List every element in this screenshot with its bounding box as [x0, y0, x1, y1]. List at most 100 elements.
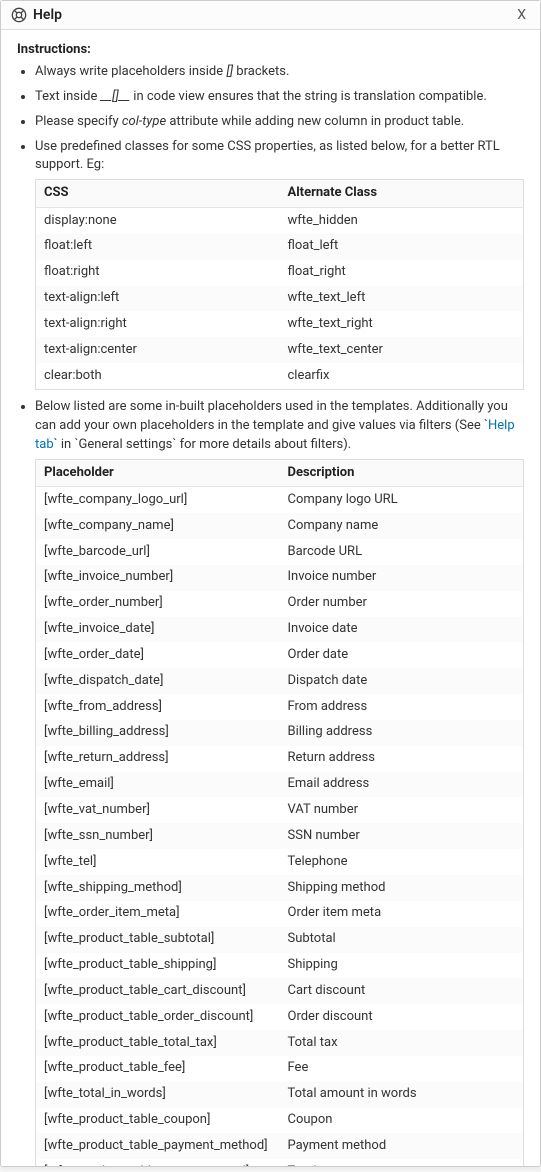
intro-text: Below listed are some in-built placehold…	[35, 399, 508, 433]
table-row: float:rightfloat_right	[36, 260, 524, 286]
title-wrap: Help	[11, 7, 62, 23]
table-cell: Order discount	[280, 1004, 524, 1030]
table-cell: Order date	[280, 642, 524, 668]
table-cell: [wfte_ssn_number]	[36, 823, 280, 849]
close-button[interactable]: X	[513, 7, 530, 23]
table-row: [wfte_shipping_method]Shipping method	[36, 875, 524, 901]
table-row: [wfte_product_table_fee]Fee	[36, 1056, 524, 1082]
table-cell: [wfte_order_date]	[36, 642, 280, 668]
instruction-item: Text inside __[]__ in code view ensures …	[35, 88, 524, 107]
help-modal: Help X Instructions: Always write placeh…	[0, 0, 541, 1167]
table-cell: display:none	[36, 208, 280, 234]
table-cell: float_right	[280, 260, 524, 286]
instruction-text: Always write placeholders inside	[35, 64, 226, 79]
table-cell: [wfte_email]	[36, 772, 280, 798]
table-header-row: CSS Alternate Class	[36, 180, 524, 208]
table-row: [wfte_company_logo_url]Company logo URL	[36, 487, 524, 513]
table-cell: Billing address	[280, 720, 524, 746]
table-cell: [wfte_dispatch_date]	[36, 668, 280, 694]
table-cell: Coupon	[280, 1108, 524, 1134]
table-cell: Total amount in words	[280, 1082, 524, 1108]
instructions-list: Always write placeholders inside [] brac…	[17, 63, 524, 390]
table-cell: Fee	[280, 1056, 524, 1082]
table-cell: [wfte_order_number]	[36, 591, 280, 617]
table-cell: [wfte_product_table_payment_total]	[36, 1159, 280, 1166]
table-row: [wfte_total_in_words]Total amount in wor…	[36, 1082, 524, 1108]
table-cell: Subtotal	[280, 927, 524, 953]
table-header-cell: CSS	[36, 180, 280, 208]
table-row: [wfte_return_address]Return address	[36, 746, 524, 772]
table-cell: [wfte_billing_address]	[36, 720, 280, 746]
table-row: [wfte_ssn_number]SSN number	[36, 823, 524, 849]
table-row: [wfte_order_date]Order date	[36, 642, 524, 668]
table-cell: Invoice number	[280, 565, 524, 591]
table-cell: [wfte_product_table_cart_discount]	[36, 978, 280, 1004]
table-cell: clear:both	[36, 363, 280, 389]
table-cell: VAT number	[280, 797, 524, 823]
instruction-text: Text inside	[35, 89, 101, 104]
table-cell: [wfte_product_table_order_discount]	[36, 1004, 280, 1030]
table-cell: Order item meta	[280, 901, 524, 927]
table-row: [wfte_order_number]Order number	[36, 591, 524, 617]
table-cell: wfte_text_left	[280, 286, 524, 312]
instruction-text: Use predefined classes for some CSS prop…	[35, 139, 500, 173]
table-row: [wfte_order_item_meta]Order item meta	[36, 901, 524, 927]
table-row: text-align:rightwfte_text_right	[36, 311, 524, 337]
table-row: [wfte_tel]Telephone	[36, 849, 524, 875]
instruction-item: Please specify col-type attribute while …	[35, 113, 524, 132]
table-cell: [wfte_product_table_payment_method]	[36, 1133, 280, 1159]
instruction-item: Always write placeholders inside [] brac…	[35, 63, 524, 82]
table-cell: [wfte_return_address]	[36, 746, 280, 772]
table-cell: text-align:right	[36, 311, 280, 337]
instruction-text: in code view ensures that the string is …	[130, 89, 487, 104]
table-row: [wfte_company_name]Company name	[36, 513, 524, 539]
table-row: [wfte_product_table_coupon]Coupon	[36, 1108, 524, 1134]
table-cell: float:right	[36, 260, 280, 286]
placeholders-section: Below listed are some in-built placehold…	[17, 398, 524, 1166]
table-cell: wfte_text_center	[280, 337, 524, 363]
table-header-cell: Placeholder	[36, 459, 280, 487]
table-row: [wfte_product_table_subtotal]Subtotal	[36, 927, 524, 953]
table-cell: Invoice date	[280, 617, 524, 643]
instruction-text: brackets.	[233, 64, 289, 79]
table-row: text-align:leftwfte_text_left	[36, 286, 524, 312]
instruction-text: Please specify	[35, 114, 122, 129]
table-cell: float:left	[36, 234, 280, 260]
table-header-cell: Alternate Class	[280, 180, 524, 208]
table-cell: [wfte_product_table_total_tax]	[36, 1030, 280, 1056]
table-row: text-align:centerwfte_text_center	[36, 337, 524, 363]
table-cell: [wfte_product_table_subtotal]	[36, 927, 280, 953]
placeholders-intro: Below listed are some in-built placehold…	[35, 398, 524, 1166]
table-cell: [wfte_company_name]	[36, 513, 280, 539]
instruction-item: Use predefined classes for some CSS prop…	[35, 138, 524, 390]
table-cell: [wfte_invoice_number]	[36, 565, 280, 591]
table-cell: Cart discount	[280, 978, 524, 1004]
table-row: [wfte_invoice_number]Invoice number	[36, 565, 524, 591]
table-cell: text-align:left	[36, 286, 280, 312]
table-cell: Shipping method	[280, 875, 524, 901]
instruction-em: __[]__	[101, 89, 130, 104]
table-cell: [wfte_from_address]	[36, 694, 280, 720]
table-cell: wfte_hidden	[280, 208, 524, 234]
table-cell: Email address	[280, 772, 524, 798]
table-cell: Payment method	[280, 1133, 524, 1159]
table-cell: Company logo URL	[280, 487, 524, 513]
table-cell: [wfte_barcode_url]	[36, 539, 280, 565]
table-cell: [wfte_tel]	[36, 849, 280, 875]
table-cell: Company name	[280, 513, 524, 539]
css-class-table: CSS Alternate Class display:nonewfte_hid…	[35, 179, 524, 390]
modal-header: Help X	[1, 1, 540, 30]
table-cell: Order number	[280, 591, 524, 617]
table-row: [wfte_invoice_date]Invoice date	[36, 617, 524, 643]
table-cell: Total	[280, 1159, 524, 1166]
table-cell: [wfte_vat_number]	[36, 797, 280, 823]
table-cell: float_left	[280, 234, 524, 260]
table-cell: [wfte_order_item_meta]	[36, 901, 280, 927]
table-cell: clearfix	[280, 363, 524, 389]
table-header-row: Placeholder Description	[36, 459, 524, 487]
table-cell: Shipping	[280, 953, 524, 979]
table-row: [wfte_billing_address]Billing address	[36, 720, 524, 746]
table-row: [wfte_product_table_payment_method]Payme…	[36, 1133, 524, 1159]
table-cell: [wfte_product_table_fee]	[36, 1056, 280, 1082]
table-row: [wfte_product_table_cart_discount]Cart d…	[36, 978, 524, 1004]
